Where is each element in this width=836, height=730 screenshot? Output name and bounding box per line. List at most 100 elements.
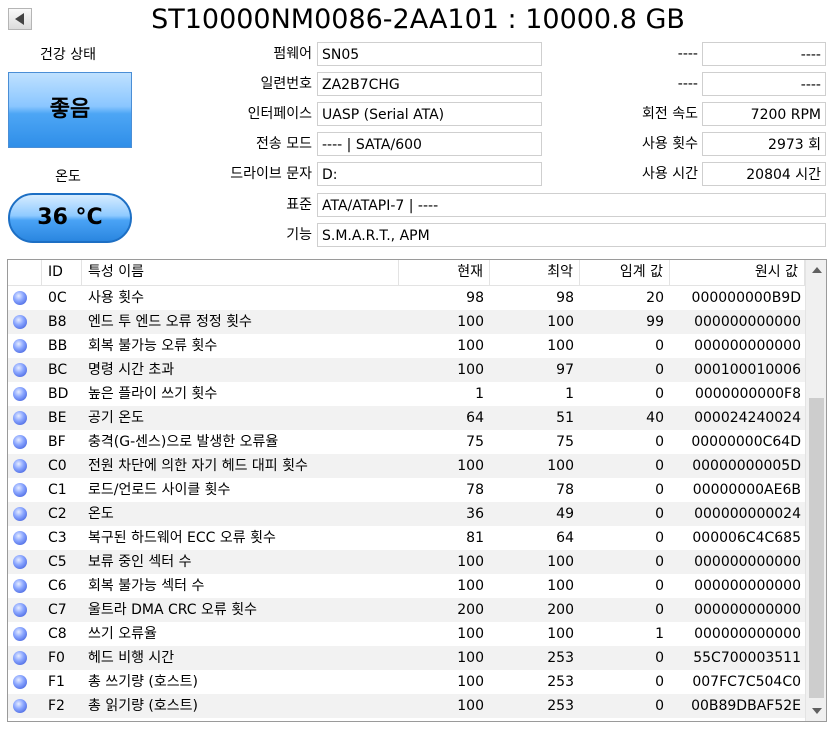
table-row[interactable]: F0 헤드 비행 시간 100 253 0 55C700003511 — [8, 646, 805, 670]
row-attribute-name: 전원 차단에 의한 자기 헤드 대피 횟수 — [88, 458, 308, 474]
table-row[interactable]: C2 온도 36 49 0 000000000024 — [8, 502, 805, 526]
status-dot-icon — [13, 411, 27, 425]
table-row[interactable]: C5 보류 중인 섹터 수 100 100 0 000000000000 — [8, 550, 805, 574]
row-id: C3 — [48, 530, 67, 546]
row-attribute-name: 엔드 투 엔드 오류 정정 횟수 — [88, 314, 252, 330]
status-dot-icon — [13, 555, 27, 569]
table-row[interactable]: C7 울트라 DMA CRC 오류 횟수 200 200 0 000000000000 — [8, 598, 805, 622]
row-worst: 49 — [556, 506, 574, 522]
firmware-field[interactable]: SN05 — [317, 42, 542, 66]
column-threshold[interactable]: 임계 값 — [580, 260, 670, 285]
table-row[interactable]: C0 전원 차단에 의한 자기 헤드 대피 횟수 100 100 0 0000000000… — [8, 454, 805, 478]
vertical-scrollbar[interactable] — [805, 260, 826, 721]
row-raw-value: 000000000000 — [694, 554, 801, 570]
row-raw-value: 55C700003511 — [693, 650, 801, 666]
table-row[interactable]: F2 총 읽기량 (호스트) 100 253 0 00B89DBAF52E — [8, 694, 805, 718]
column-id[interactable]: ID — [42, 260, 82, 285]
table-row[interactable]: BC 명령 시간 초과 100 97 0 000100010006 — [8, 358, 805, 382]
status-dot-icon — [13, 315, 27, 329]
standard-field[interactable]: ATA/ATAPI-7 | ---- — [317, 193, 826, 217]
disk-title: ST10000NM0086-2AA101 : 10000.8 GB — [151, 4, 685, 35]
right-field-2[interactable]: ---- — [702, 72, 826, 96]
status-dot-icon — [13, 291, 27, 305]
drive-letter-field[interactable]: D: — [317, 162, 542, 186]
features-field[interactable]: S.M.A.R.T., APM — [317, 223, 826, 247]
interface-field[interactable]: UASP (Serial ATA) — [317, 102, 542, 126]
row-current: 100 — [457, 362, 484, 378]
row-id: 0C — [48, 290, 67, 306]
scroll-down-button[interactable] — [806, 701, 826, 721]
row-threshold: 0 — [655, 458, 664, 474]
row-worst: 100 — [547, 458, 574, 474]
serial-field[interactable]: ZA2B7CHG — [317, 72, 542, 96]
status-dot-icon — [13, 483, 27, 497]
row-id: C7 — [48, 602, 67, 618]
scroll-thumb[interactable] — [809, 398, 824, 698]
status-dot-icon — [13, 627, 27, 641]
table-row[interactable]: C3 복구된 하드웨어 ECC 오류 횟수 81 64 0 000006C4C685 — [8, 526, 805, 550]
row-worst: 51 — [556, 410, 574, 426]
status-dot-icon — [13, 435, 27, 449]
row-id: C1 — [48, 482, 67, 498]
power-on-hours-field[interactable]: 20804 시간 — [702, 162, 826, 186]
row-id: BF — [48, 434, 66, 450]
column-attribute-name[interactable]: 특성 이름 — [82, 260, 399, 285]
row-raw-value: 000000000024 — [694, 506, 801, 522]
status-dot-icon — [13, 459, 27, 473]
row-raw-value: 000000000000 — [694, 314, 801, 330]
table-row[interactable]: BF 충격(G-센스)으로 발생한 오류율 75 75 0 00000000C64D — [8, 430, 805, 454]
row-threshold: 20 — [646, 290, 664, 306]
table-row[interactable]: F1 총 쓰기량 (호스트) 100 253 0 007FC7C504C0 — [8, 670, 805, 694]
row-current: 75 — [466, 434, 484, 450]
row-attribute-name: 회복 불가능 오류 횟수 — [88, 338, 218, 354]
power-on-count-field[interactable]: 2973 회 — [702, 132, 826, 156]
temperature-label: 온도 — [55, 169, 81, 185]
row-attribute-name: 충격(G-센스)으로 발생한 오류율 — [88, 434, 279, 450]
row-threshold: 0 — [655, 482, 664, 498]
row-threshold: 0 — [655, 650, 664, 666]
scroll-up-button[interactable] — [806, 260, 826, 280]
row-attribute-name: 울트라 DMA CRC 오류 횟수 — [88, 602, 257, 618]
row-id: BC — [48, 362, 68, 378]
row-threshold: 0 — [655, 506, 664, 522]
row-current: 100 — [457, 650, 484, 666]
table-row[interactable]: B8 엔드 투 엔드 오류 정정 횟수 100 100 99 000000000000 — [8, 310, 805, 334]
table-row[interactable]: C6 회복 불가능 섹터 수 100 100 0 000000000000 — [8, 574, 805, 598]
row-raw-value: 000006C4C685 — [692, 530, 801, 546]
right-field-1[interactable]: ---- — [702, 42, 826, 66]
table-row[interactable]: BB 회복 불가능 오류 횟수 100 100 0 000000000000 — [8, 334, 805, 358]
standard-label: 표준 — [286, 197, 312, 213]
row-worst: 64 — [556, 530, 574, 546]
row-attribute-name: 회복 불가능 섹터 수 — [88, 578, 205, 594]
interface-label: 인터페이스 — [247, 106, 312, 122]
temperature-badge[interactable]: 36 °C — [8, 193, 132, 243]
table-row[interactable]: C8 쓰기 오류율 100 100 1 000000000000 — [8, 622, 805, 646]
rotation-speed-field[interactable]: 7200 RPM — [702, 102, 826, 126]
column-worst[interactable]: 최악 — [490, 260, 580, 285]
smart-attribute-table[interactable]: ID 특성 이름 현재 최악 임계 값 원시 값 0C 사용 횟수 98 98 20 00… — [7, 259, 827, 722]
row-current: 100 — [457, 554, 484, 570]
table-row[interactable]: 0C 사용 횟수 98 98 20 000000000B9D — [8, 286, 805, 310]
row-current: 200 — [457, 602, 484, 618]
table-row[interactable]: BD 높은 플라이 쓰기 횟수 1 1 0 0000000000F8 — [8, 382, 805, 406]
right-label-2: ---- — [677, 76, 698, 92]
health-status-badge[interactable]: 좋음 — [8, 72, 132, 148]
row-current: 98 — [466, 290, 484, 306]
row-id: C2 — [48, 506, 67, 522]
row-current: 81 — [466, 530, 484, 546]
row-id: BB — [48, 338, 68, 354]
table-row[interactable]: BE 공기 온도 64 51 40 000024240024 — [8, 406, 805, 430]
column-raw-value[interactable]: 원시 값 — [670, 260, 805, 285]
column-status[interactable] — [8, 260, 42, 285]
table-header: ID 특성 이름 현재 최악 임계 값 원시 값 — [8, 260, 805, 286]
power-on-hours-label: 사용 시간 — [642, 166, 698, 182]
row-worst: 100 — [547, 626, 574, 642]
column-current[interactable]: 현재 — [399, 260, 490, 285]
table-row[interactable]: C1 로드/언로드 사이클 횟수 78 78 0 00000000AE6B — [8, 478, 805, 502]
row-worst: 98 — [556, 290, 574, 306]
row-id: BD — [48, 386, 69, 402]
row-attribute-name: 복구된 하드웨어 ECC 오류 횟수 — [88, 530, 276, 546]
row-threshold: 0 — [655, 554, 664, 570]
status-dot-icon — [13, 675, 27, 689]
transfer-mode-field[interactable]: ---- | SATA/600 — [317, 132, 542, 156]
